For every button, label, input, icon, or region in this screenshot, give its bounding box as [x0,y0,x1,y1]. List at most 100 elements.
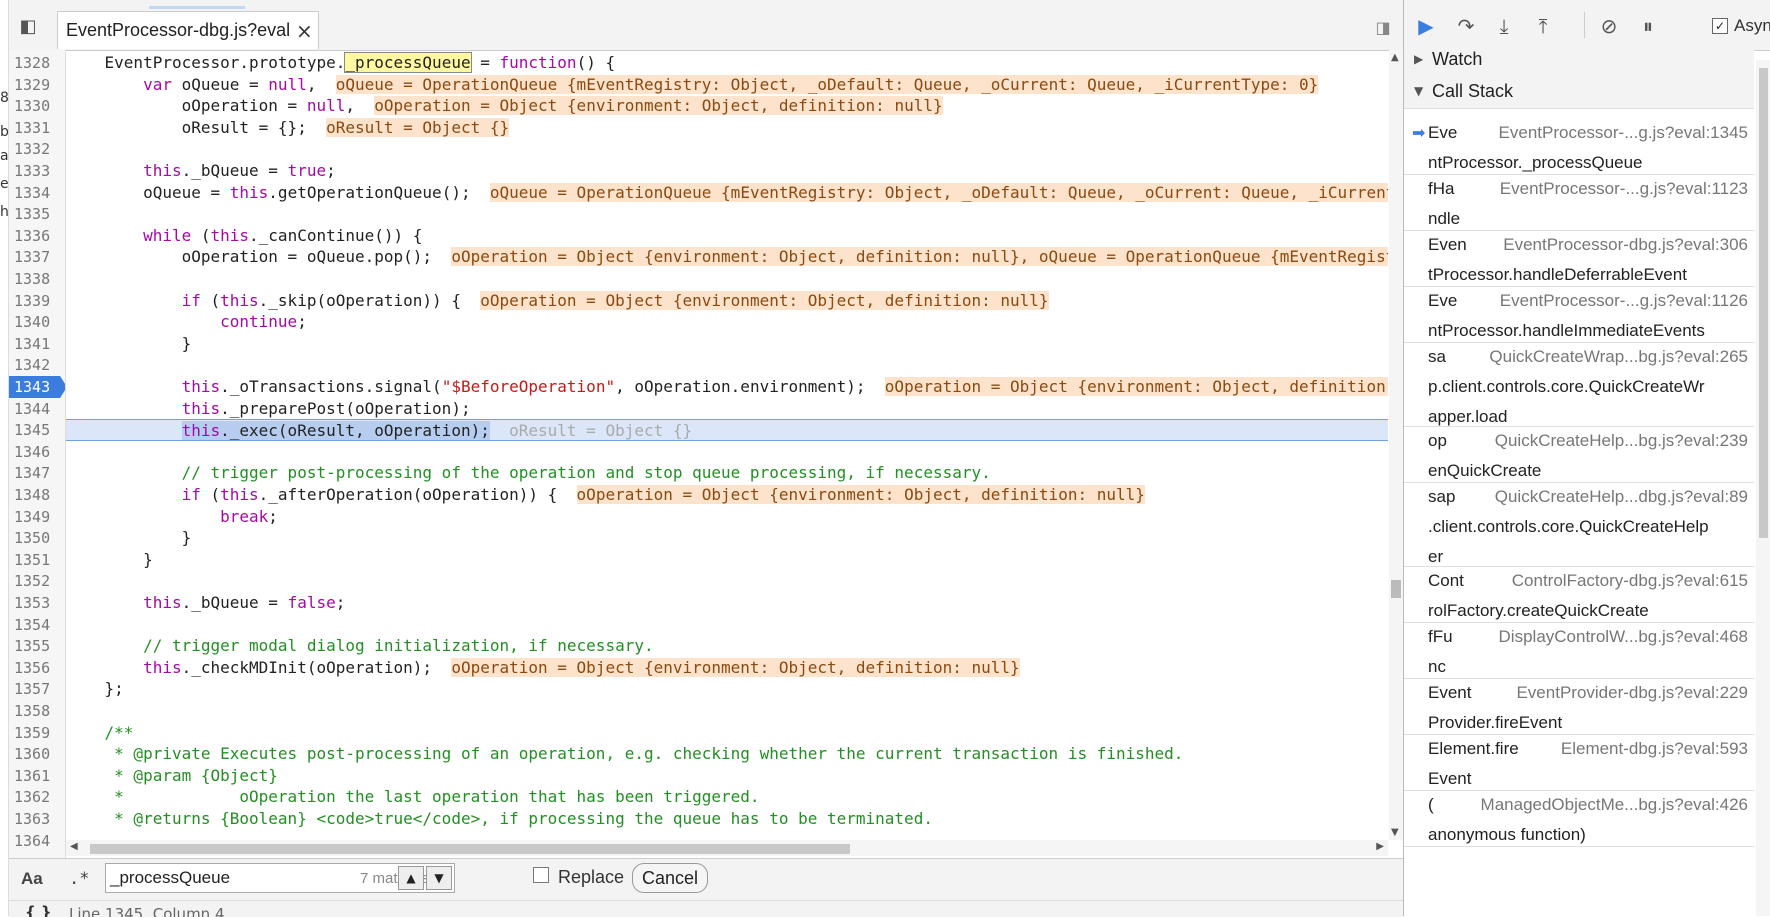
watch-section-header[interactable]: ▶ Watch [1404,44,1754,77]
frame-location[interactable]: ManagedObjectMe...bg.js?eval:426 [1481,795,1748,815]
vertical-scrollbar[interactable]: ▲ ▼ [1389,50,1403,840]
navigator-toggle-icon[interactable]: ◧ [17,16,39,38]
code-line[interactable]: break; [66,506,1388,528]
frame-location[interactable]: EventProcessor-...g.js?eval:1345 [1499,123,1748,143]
code-line[interactable]: oOperation = oQueue.pop(); oOperation = … [66,246,1388,268]
line-number[interactable]: 1351 [9,549,65,571]
current-execution-line[interactable]: this._exec(oResult, oOperation); oResult… [66,419,1388,441]
line-number[interactable]: 1342 [9,354,65,376]
code-line[interactable]: * oOperation the last operation that has… [66,786,1388,808]
line-number[interactable]: 1347 [9,462,65,484]
line-number[interactable]: 1336 [9,225,65,247]
scroll-down-icon[interactable]: ▼ [1391,827,1399,838]
hscroll-thumb[interactable] [90,844,850,854]
replace-checkbox[interactable] [533,867,549,883]
line-number[interactable]: 1334 [9,182,65,204]
line-number[interactable]: 1358 [9,700,65,722]
code-line[interactable]: // trigger modal dialog initialization, … [66,635,1388,657]
horizontal-scrollbar[interactable]: ◀ ▶ [66,840,1388,856]
close-icon[interactable]: × [296,19,313,43]
frame-location[interactable]: EventProvider-dbg.js?eval:229 [1516,683,1748,703]
expand-triangle-icon[interactable]: ▶ [1414,52,1423,66]
code-line[interactable]: if (this._afterOperation(oOperation)) { … [66,484,1388,506]
collapse-triangle-icon[interactable]: ▼ [1414,84,1423,98]
cancel-button[interactable]: Cancel [632,863,708,893]
frame-location[interactable]: QuickCreateHelp...bg.js?eval:239 [1495,431,1748,451]
code-line[interactable] [66,203,1388,225]
step-out-icon[interactable]: ⤒ [1531,14,1555,38]
frame-location[interactable]: DisplayControlW...bg.js?eval:468 [1499,627,1748,647]
code-line[interactable]: this._oTransactions.signal("$BeforeOpera… [66,376,1388,398]
code-line[interactable] [66,354,1388,376]
line-number[interactable]: 1341 [9,333,65,355]
code-line[interactable]: while (this._canContinue()) { [66,225,1388,247]
callstack-frame[interactable]: sa QuickCreateWrap...bg.js?eval:265 p.clie… [1404,342,1754,427]
line-number[interactable]: 1340 [9,311,65,333]
callstack-frame[interactable]: sap QuickCreateHelp...dbg.js?eval:89 .clie… [1404,482,1754,567]
resume-icon[interactable]: ▶ [1414,14,1438,38]
code-line[interactable] [66,614,1388,636]
frame-location[interactable]: EventProcessor-...g.js?eval:1126 [1500,291,1748,311]
code-line[interactable]: * @returns {Boolean} <code>true</code>, … [66,808,1388,830]
sidebar-scrollbar[interactable] [1756,60,1770,916]
previous-match-button[interactable]: ▲ [398,866,424,890]
callstack-frame[interactable]: fFu DisplayControlW...bg.js?eval:468 nc [1404,622,1754,679]
code-line[interactable] [66,268,1388,290]
line-number[interactable]: 1361 [9,765,65,787]
async-checkbox[interactable]: ✓ [1712,18,1728,34]
deactivate-breakpoints-icon[interactable]: ⊘ [1597,14,1621,38]
code-line[interactable]: this._bQueue = false; [66,592,1388,614]
line-number[interactable]: 1359 [9,722,65,744]
search-input[interactable]: _processQueue 7 matches ▲ ▼ [105,863,455,893]
line-number[interactable]: 1354 [9,614,65,636]
code-line[interactable]: this._checkMDInit(oOperation); oOperatio… [66,657,1388,679]
line-number[interactable]: 1348 [9,484,65,506]
line-number[interactable]: 1331 [9,117,65,139]
callstack-frame[interactable]: op QuickCreateHelp...bg.js?eval:239 enQuic… [1404,426,1754,483]
next-match-button[interactable]: ▼ [426,866,452,890]
line-number[interactable]: 1357 [9,678,65,700]
line-number[interactable]: 1332 [9,138,65,160]
code-area[interactable]: EventProcessor.prototype._processQueue =… [66,50,1388,840]
line-number[interactable]: 1350 [9,527,65,549]
line-number[interactable]: 1338 [9,268,65,290]
code-line[interactable]: this._bQueue = true; [66,160,1388,182]
line-number[interactable]: 1337 [9,246,65,268]
line-number[interactable]: 1329 [9,74,65,96]
pause-on-exceptions-icon[interactable]: ⏸ [1636,14,1660,38]
line-number[interactable]: 1360 [9,743,65,765]
code-line[interactable]: }; [66,678,1388,700]
code-line[interactable]: // trigger post-processing of the operat… [66,462,1388,484]
frame-location[interactable]: QuickCreateWrap...bg.js?eval:265 [1489,347,1748,367]
line-number[interactable]: 1355 [9,635,65,657]
frame-location[interactable]: EventProcessor-dbg.js?eval:306 [1503,235,1748,255]
code-line[interactable]: this._preparePost(oOperation); [66,398,1388,420]
scroll-up-icon[interactable]: ▲ [1391,52,1399,63]
line-number[interactable]: 1335 [9,203,65,225]
frame-location[interactable]: Element-dbg.js?eval:593 [1561,739,1748,759]
callstack-frame[interactable]: ➡ Eve EventProcessor-...g.js?eval:1345 ntPr… [1404,118,1754,175]
code-line[interactable]: * @private Executes post-processing of a… [66,743,1388,765]
scroll-right-icon[interactable]: ▶ [1376,841,1384,852]
callstack-frame[interactable]: Event EventProvider-dbg.js?eval:229 Provid… [1404,678,1754,735]
code-line[interactable]: } [66,549,1388,571]
line-number[interactable]: 1328 [9,52,65,74]
callstack-frame[interactable]: Even EventProcessor-dbg.js?eval:306 tProce… [1404,230,1754,287]
code-line[interactable]: oQueue = this.getOperationQueue(); oQueu… [66,182,1388,204]
code-line[interactable]: /** [66,722,1388,744]
debugger-toggle-icon[interactable]: ◨ [1372,18,1394,37]
callstack-frame[interactable]: Cont ControlFactory-dbg.js?eval:615 rolFac… [1404,566,1754,623]
line-number[interactable]: 1349 [9,506,65,528]
step-over-icon[interactable]: ↷ [1454,14,1478,38]
step-into-icon[interactable]: ⤓ [1492,14,1516,38]
scroll-thumb[interactable] [1391,580,1401,598]
code-line[interactable]: continue; [66,311,1388,333]
line-number[interactable]: 1344 [9,398,65,420]
line-number[interactable]: 1333 [9,160,65,182]
tab-eventprocessor[interactable]: EventProcessor-dbg.js?eval × [57,11,319,49]
code-line[interactable]: } [66,333,1388,355]
code-line[interactable]: EventProcessor.prototype._processQueue =… [66,52,1388,74]
line-number[interactable]: 1346 [9,441,65,463]
line-number[interactable]: 1353 [9,592,65,614]
line-number[interactable]: 1345 [9,419,65,441]
